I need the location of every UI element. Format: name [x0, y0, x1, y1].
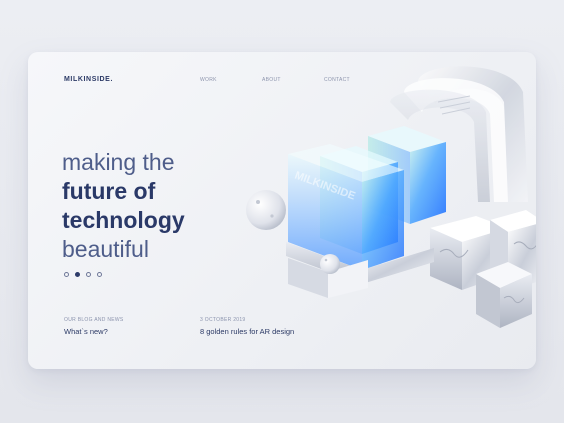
hero-3d-illustration: MILKINSIDE — [246, 66, 536, 328]
slider-dot-2[interactable] — [75, 272, 80, 277]
slider-dot-1[interactable] — [64, 272, 69, 277]
slider-dot-4[interactable] — [97, 272, 102, 277]
landing-card: MILKINSIDE. WORK ABOUT CONTACT making th… — [28, 52, 536, 369]
hero-heading: making the future of technology beautifu… — [62, 148, 185, 264]
silver-cubes — [430, 210, 536, 328]
hero-line-3: technology — [62, 207, 185, 233]
hero-line-2: future of — [62, 178, 156, 204]
hero-line-1: making the — [62, 149, 175, 175]
glass-blocks: MILKINSIDE — [286, 126, 446, 298]
slider-dot-3[interactable] — [86, 272, 91, 277]
blog-link[interactable]: What`s new? — [64, 327, 108, 336]
page-background: MILKINSIDE. WORK ABOUT CONTACT making th… — [0, 0, 564, 423]
blog-label: OUR BLOG AND NEWS — [64, 317, 124, 323]
hero-line-4: beautiful — [62, 236, 149, 262]
